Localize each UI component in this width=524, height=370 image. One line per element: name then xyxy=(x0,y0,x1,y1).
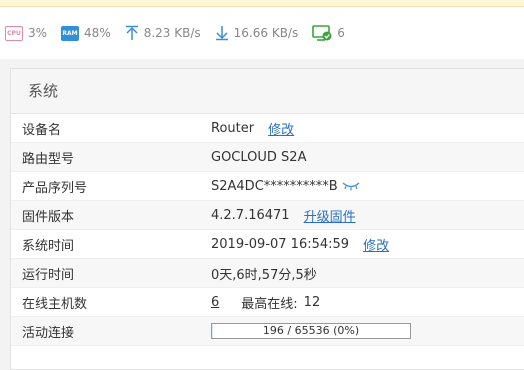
cpu-chip-label: CPU xyxy=(5,25,23,41)
firmware-cell: 4.2.7.16471 升级固件 xyxy=(211,206,356,225)
row-connections: 活动连接 196 / 65536 (0%) xyxy=(11,317,524,346)
model-label: 路由型号 xyxy=(22,151,75,167)
online-hosts-link[interactable]: 6 xyxy=(211,295,219,310)
connections-progress-bar: 196 / 65536 (0%) xyxy=(211,323,411,339)
connections-label: 活动连接 xyxy=(22,325,75,341)
serial-label: 产品序列号 xyxy=(22,180,88,196)
peak-online-value: 12 xyxy=(303,294,321,310)
model-value: GOCLOUD S2A xyxy=(211,149,307,165)
cpu-status: CPU 3% xyxy=(5,25,48,41)
cpu-icon: CPU xyxy=(5,25,23,41)
row-device-name: 设备名 Router 修改 xyxy=(11,114,524,143)
device-name-label: 设备名 xyxy=(22,122,62,138)
connections-cell: 196 / 65536 (0%) xyxy=(211,323,411,339)
ram-status: RAM 48% xyxy=(61,25,111,41)
clients-count-value: 6 xyxy=(337,26,345,40)
clients-status[interactable]: 6 xyxy=(312,24,345,42)
status-bar: CPU 3% RAM 48% 8.23 KB/s 16.66 KB/s 6 xyxy=(0,7,524,59)
download-status: 16.66 KB/s xyxy=(215,25,299,41)
download-speed-value: 16.66 KB/s xyxy=(233,26,299,40)
system-time-cell: 2019-09-07 16:54:59 修改 xyxy=(211,235,389,254)
connections-progress-text: 196 / 65536 (0%) xyxy=(262,324,360,337)
download-arrow-icon xyxy=(215,25,229,41)
serial-cell: S2A4DC**********B xyxy=(211,179,360,194)
row-uptime: 运行时间 0天,6时,57分,5秒 xyxy=(11,259,524,288)
upgrade-firmware-link[interactable]: 升级固件 xyxy=(304,206,356,225)
edit-system-time-link[interactable]: 修改 xyxy=(363,235,389,254)
ram-usage-value: 48% xyxy=(84,26,111,40)
upload-speed-value: 8.23 KB/s xyxy=(143,26,201,40)
system-panel: 系统 设备名 Router 修改 路由型号 GOCLOUD S2A 产品序列号 … xyxy=(10,68,524,370)
upload-status: 8.23 KB/s xyxy=(125,25,201,41)
uptime-value: 0天,6时,57分,5秒 xyxy=(211,267,317,283)
row-model: 路由型号 GOCLOUD S2A xyxy=(11,143,524,172)
online-hosts-label: 在线主机数 xyxy=(22,296,88,312)
online-hosts-cell: 6 最高在线: 12 xyxy=(211,293,320,312)
system-time-label: 系统时间 xyxy=(22,238,75,254)
ram-icon: RAM xyxy=(61,25,80,41)
ram-chip-label: RAM xyxy=(61,25,80,41)
firmware-value: 4.2.7.16471 xyxy=(211,207,290,223)
cpu-usage-value: 3% xyxy=(28,26,48,40)
panel-title: 系统 xyxy=(11,69,524,114)
top-notice-strip xyxy=(0,0,524,7)
serial-value: S2A4DC**********B xyxy=(211,178,338,194)
peak-online-label: 最高在线: xyxy=(241,296,298,312)
monitor-check-icon xyxy=(312,24,332,42)
system-time-value: 2019-09-07 16:54:59 xyxy=(211,236,350,252)
device-name-value: Router xyxy=(211,120,255,136)
device-name-cell: Router 修改 xyxy=(211,119,294,138)
edit-device-name-link[interactable]: 修改 xyxy=(268,119,294,138)
row-serial: 产品序列号 S2A4DC**********B xyxy=(11,172,524,201)
row-online-hosts: 在线主机数 6 最高在线: 12 xyxy=(11,288,524,317)
row-system-time: 系统时间 2019-09-07 16:54:59 修改 xyxy=(11,230,524,259)
uptime-label: 运行时间 xyxy=(22,267,75,283)
row-firmware: 固件版本 4.2.7.16471 升级固件 xyxy=(11,201,524,230)
upload-arrow-icon xyxy=(125,25,139,41)
firmware-label: 固件版本 xyxy=(22,209,75,225)
eye-closed-icon[interactable] xyxy=(342,181,360,191)
